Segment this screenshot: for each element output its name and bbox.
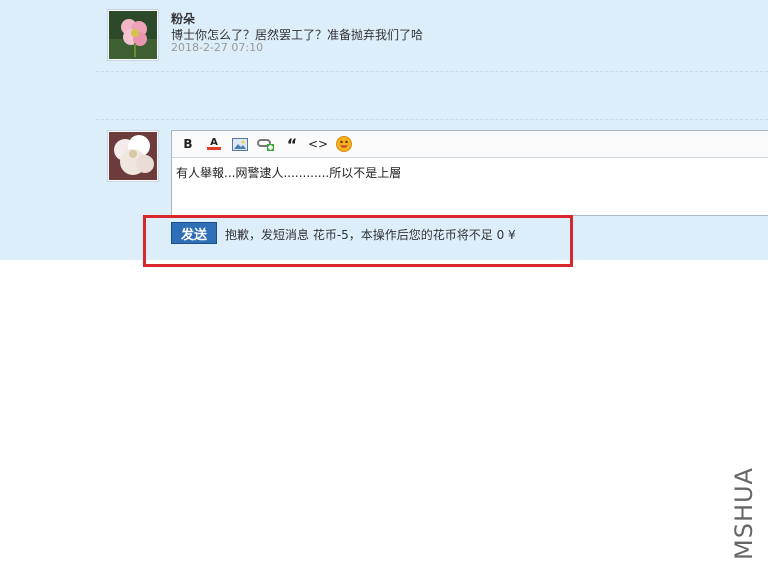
sender-name[interactable]: 粉朵 [171,10,195,27]
smiley-icon [336,136,352,152]
insert-image-button[interactable] [230,134,250,154]
quote-icon: “ [286,134,298,154]
flower-photo-icon [109,11,157,59]
image-icon [232,137,248,151]
bold-button[interactable]: B [178,134,198,154]
insert-link-button[interactable] [256,134,276,154]
sender-avatar[interactable] [107,9,159,61]
divider [96,71,768,72]
watermark-text: MSHUA [730,467,758,560]
highlight-box [143,215,573,267]
watermark: MSHUA [730,460,760,560]
message-timestamp: 2018-2-27 07:10 [171,41,264,54]
emoji-button[interactable] [334,134,354,154]
current-user-avatar [107,130,159,182]
message-editor[interactable]: B A “ <> 有人舉報...网警逮人............所以不是上層 [171,130,768,216]
font-color-button[interactable]: A [204,134,224,154]
code-button[interactable]: <> [308,134,328,154]
font-color-icon: A [207,138,221,150]
editor-text-area[interactable]: 有人舉報...网警逮人............所以不是上層 [172,158,768,187]
editor-toolbar: B A “ <> [172,131,768,158]
divider [96,119,768,120]
quote-button[interactable]: “ [282,134,302,154]
link-add-icon [257,139,274,151]
code-icon: <> [307,137,329,151]
bold-icon: B [183,137,193,151]
white-flower-photo-icon [109,132,157,180]
